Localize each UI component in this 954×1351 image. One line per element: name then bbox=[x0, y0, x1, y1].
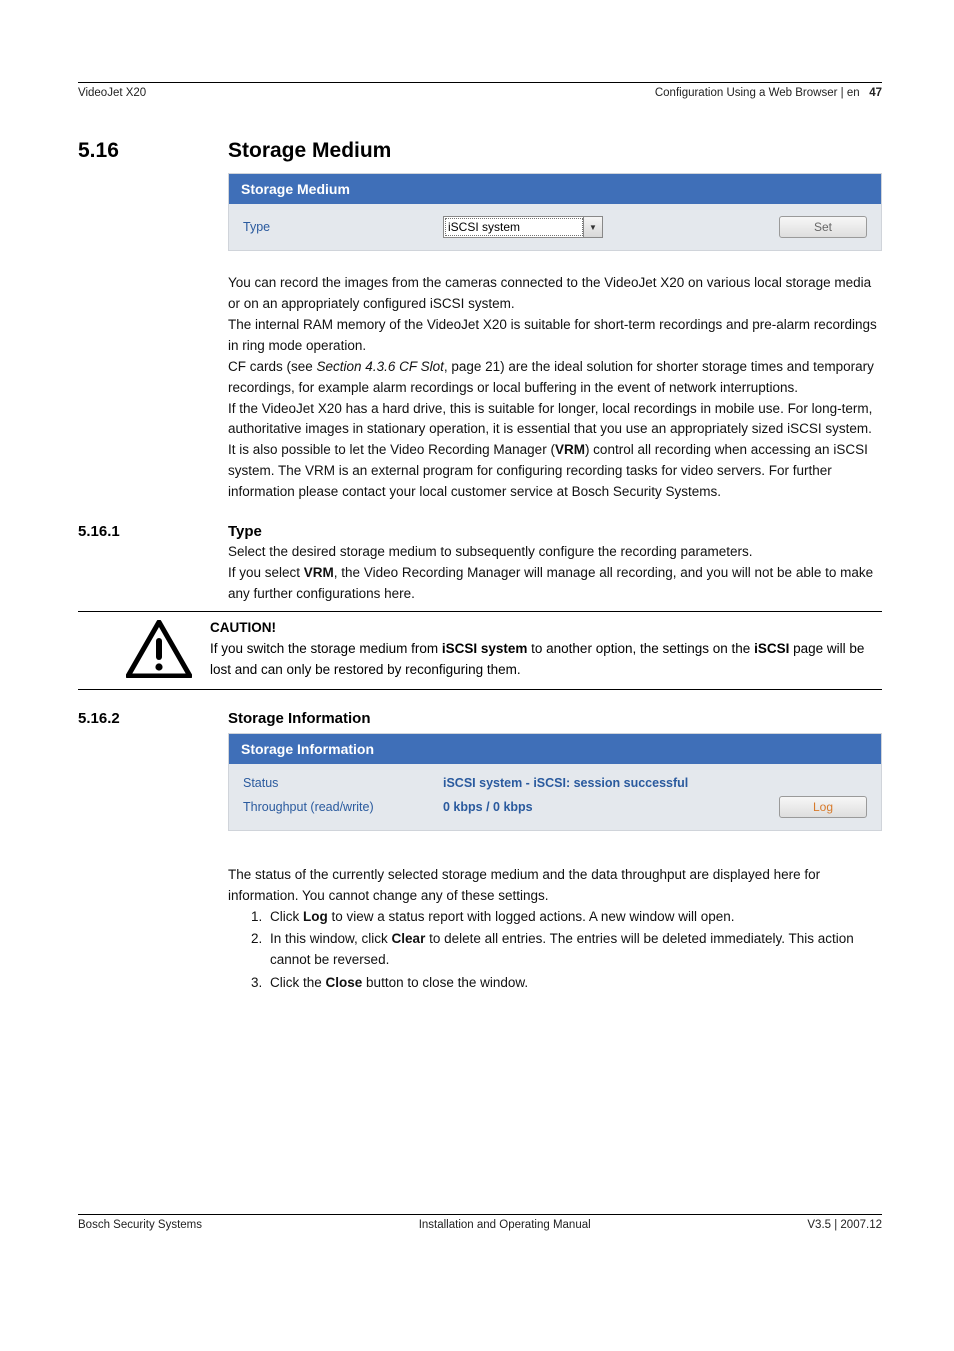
header-left: VideoJet X20 bbox=[78, 87, 146, 99]
storage-information-panel: Storage Information Status iSCSI system … bbox=[228, 733, 882, 831]
section-number-5-16: 5.16 bbox=[78, 139, 228, 163]
step-3: Click the Close button to close the wind… bbox=[266, 973, 882, 994]
body-5-16: You can record the images from the camer… bbox=[228, 273, 882, 503]
body-5-16-2: The status of the currently selected sto… bbox=[228, 865, 882, 995]
p5: It is also possible to let the Video Rec… bbox=[228, 440, 882, 503]
section-title-storage-medium: Storage Medium bbox=[228, 139, 391, 163]
chevron-down-icon[interactable]: ▼ bbox=[584, 217, 602, 237]
throughput-value: 0 kbps / 0 kbps bbox=[443, 800, 769, 814]
panel-header-storage-info: Storage Information bbox=[229, 734, 881, 764]
section-number-5-16-1: 5.16.1 bbox=[78, 523, 228, 540]
status-value: iSCSI system - iSCSI: session successful bbox=[443, 776, 867, 790]
cf-slot-ref: Section 4.3.6 CF Slot bbox=[317, 359, 444, 374]
footer-right: V3.5 | 2007.12 bbox=[807, 1219, 882, 1231]
type-p2: If you select VRM, the Video Recording M… bbox=[228, 563, 882, 605]
step-1: Click Log to view a status report with l… bbox=[266, 907, 882, 928]
header-right-label: Configuration Using a Web Browser | en bbox=[655, 87, 860, 99]
page-header: VideoJet X20 Configuration Using a Web B… bbox=[78, 87, 882, 99]
throughput-label: Throughput (read/write) bbox=[243, 800, 433, 814]
panel-header-storage-medium: Storage Medium bbox=[229, 174, 881, 204]
body-5-16-1: Select the desired storage medium to sub… bbox=[228, 542, 882, 605]
type-label: Type bbox=[243, 220, 433, 234]
header-rule bbox=[78, 82, 882, 83]
si-p1: The status of the currently selected sto… bbox=[228, 865, 882, 907]
footer-left: Bosch Security Systems bbox=[78, 1219, 202, 1231]
p3: CF cards (see Section 4.3.6 CF Slot, pag… bbox=[228, 357, 882, 399]
warning-icon bbox=[122, 618, 196, 681]
caution-text: CAUTION! If you switch the storage mediu… bbox=[210, 618, 882, 681]
p2: The internal RAM memory of the VideoJet … bbox=[228, 315, 882, 357]
type-dropdown-value: iSCSI system bbox=[444, 217, 584, 237]
log-button[interactable]: Log bbox=[779, 796, 867, 818]
storage-medium-panel: Storage Medium Type iSCSI system ▼ Set bbox=[228, 173, 882, 251]
steps-list: Click Log to view a status report with l… bbox=[228, 907, 882, 995]
section-title-type: Type bbox=[228, 523, 262, 540]
p4: If the VideoJet X20 has a hard drive, th… bbox=[228, 399, 882, 441]
status-label: Status bbox=[243, 776, 433, 790]
p1: You can record the images from the camer… bbox=[228, 273, 882, 315]
section-number-5-16-2: 5.16.2 bbox=[78, 710, 228, 727]
type-p1: Select the desired storage medium to sub… bbox=[228, 542, 882, 563]
footer-center: Installation and Operating Manual bbox=[419, 1219, 591, 1231]
section-title-storage-information: Storage Information bbox=[228, 710, 371, 727]
page-footer: Bosch Security Systems Installation and … bbox=[78, 1214, 882, 1231]
footer-rule bbox=[78, 1214, 882, 1215]
header-right: Configuration Using a Web Browser | en 4… bbox=[655, 87, 882, 99]
step-2: In this window, click Clear to delete al… bbox=[266, 929, 882, 971]
set-button[interactable]: Set bbox=[779, 216, 867, 238]
page-number: 47 bbox=[869, 87, 882, 99]
caution-block: CAUTION! If you switch the storage mediu… bbox=[78, 611, 882, 690]
type-dropdown[interactable]: iSCSI system ▼ bbox=[443, 216, 603, 238]
caution-heading: CAUTION! bbox=[210, 620, 276, 635]
